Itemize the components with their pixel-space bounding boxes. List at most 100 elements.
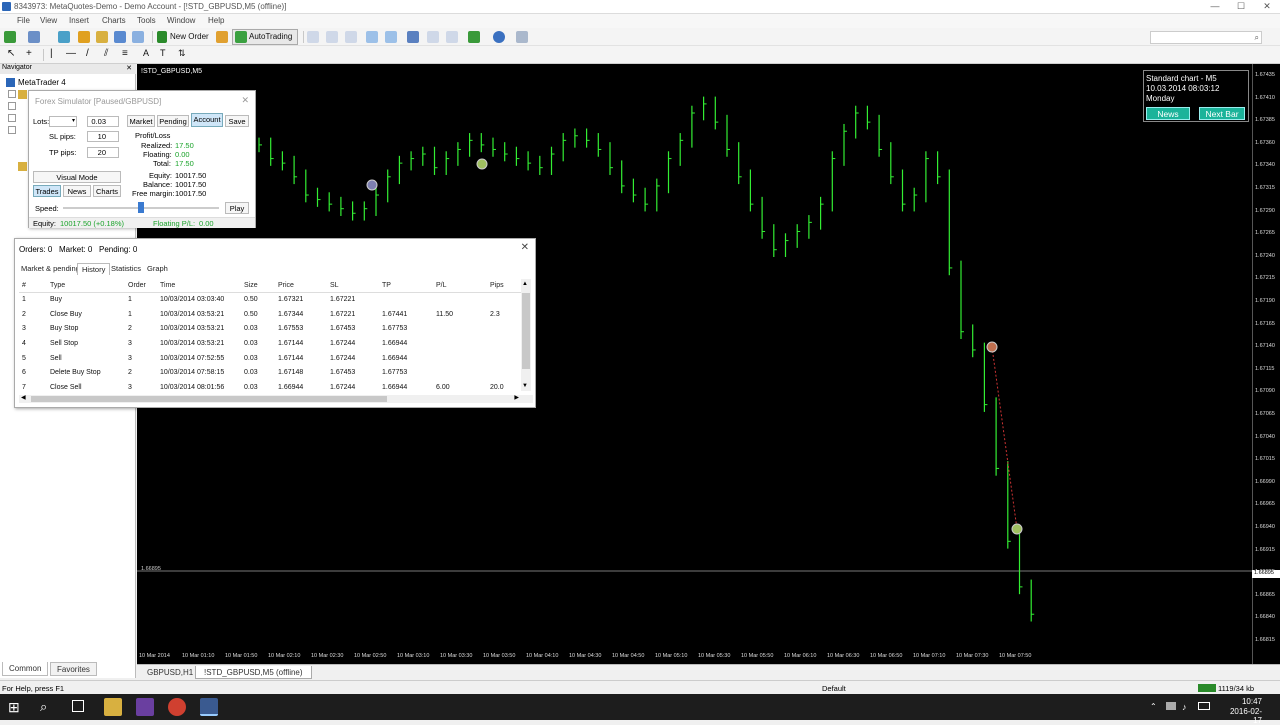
text-tool-icon[interactable]: A [143, 48, 149, 58]
navigator-root[interactable]: MetaTrader 4 [18, 78, 66, 87]
fibonacci-icon[interactable]: ≡ [122, 48, 128, 59]
table-row[interactable]: 5 Sell 3 10/03/2014 07:52:55 0.03 1.67144 1.67… [19, 351, 525, 366]
maximize-button[interactable]: ☐ [1228, 0, 1254, 14]
col-price[interactable]: Price [275, 279, 327, 293]
bar-chart-icon[interactable] [307, 31, 319, 43]
subtab-news[interactable]: News [63, 185, 91, 197]
tab-save[interactable]: Save [225, 115, 249, 127]
chrome-icon[interactable] [168, 698, 186, 716]
table-row[interactable]: 1 Buy 1 10/03/2014 03:03:40 0.50 1.67321 1.672… [19, 292, 525, 307]
periods-icon[interactable] [493, 31, 505, 43]
next-bar-button[interactable]: Next Bar [1199, 107, 1245, 120]
col-type[interactable]: Type [47, 279, 125, 293]
table-row[interactable]: 6 Delete Buy Stop 2 10/03/2014 07:58:15 0.03… [19, 365, 525, 380]
crosshair-icon[interactable]: + [26, 48, 32, 59]
visual-mode-button[interactable]: Visual Mode [33, 171, 121, 183]
new-order-button[interactable]: New Order [170, 32, 209, 41]
cursor-icon[interactable]: ↖ [7, 48, 15, 59]
vertical-line-icon[interactable]: | [50, 48, 53, 59]
scroll-down-icon[interactable]: ▼ [522, 383, 528, 389]
table-row[interactable]: 2 Close Buy 1 10/03/2014 03:53:21 0.50 1.6734… [19, 307, 525, 322]
tab-std-gbpusd-m5[interactable]: !STD_GBPUSD,M5 (offline) [195, 666, 312, 679]
table-row[interactable]: 4 Sell Stop 3 10/03/2014 03:53:21 0.03 1.6714… [19, 336, 525, 351]
tree-expander-icon-2[interactable] [8, 102, 16, 110]
terminal-icon[interactable] [114, 31, 126, 43]
col-time[interactable]: Time [157, 279, 241, 293]
windows-start-icon[interactable]: ⊞ [8, 699, 20, 716]
text-label-icon[interactable]: T [160, 48, 166, 58]
tile-windows-icon[interactable] [407, 31, 419, 43]
tab-favorites[interactable]: Favorites [50, 662, 97, 676]
strategy-tester-icon[interactable] [132, 31, 144, 43]
navigator-close-icon[interactable]: ✕ [126, 64, 132, 72]
col-pips[interactable]: Pips [487, 279, 525, 293]
horizontal-line-icon[interactable]: — [66, 48, 76, 59]
play-button[interactable]: Play [225, 202, 249, 214]
col-pl[interactable]: P/L [433, 279, 487, 293]
tab-pending[interactable]: Pending [157, 115, 189, 127]
market-watch-icon[interactable] [58, 31, 70, 43]
search-input[interactable]: ⌕ [1150, 31, 1262, 44]
minimize-button[interactable]: — [1202, 0, 1228, 14]
chart-shift-icon[interactable] [427, 31, 439, 43]
col-number[interactable]: # [19, 279, 47, 293]
menu-view[interactable]: View [40, 16, 57, 25]
indicators-icon[interactable] [468, 31, 480, 43]
equidistant-channel-icon[interactable]: ⫽ [104, 48, 108, 59]
col-order[interactable]: Order [125, 279, 157, 293]
speed-slider-thumb[interactable] [138, 202, 144, 213]
line-chart-icon[interactable] [345, 31, 357, 43]
tab-gbpusd-h1[interactable]: GBPUSD,H1 [139, 666, 201, 679]
trade-window-close-icon[interactable]: ✕ [521, 242, 529, 253]
subtab-charts[interactable]: Charts [93, 185, 121, 197]
menu-tools[interactable]: Tools [137, 16, 156, 25]
subtab-trades[interactable]: Trades [33, 185, 61, 197]
horizontal-scroll-thumb[interactable] [31, 396, 387, 402]
volume-icon[interactable]: ♪ [1182, 702, 1187, 712]
metaeditor-icon[interactable] [216, 31, 228, 43]
tp-pips-field[interactable]: 20 [87, 147, 119, 158]
tab-common[interactable]: Common [2, 662, 49, 676]
tab-history[interactable]: History [77, 263, 111, 275]
news-button[interactable]: News [1146, 107, 1190, 120]
sl-pips-field[interactable]: 10 [87, 131, 119, 142]
simulator-close-icon[interactable]: ✕ [241, 95, 249, 106]
table-row[interactable]: 7 Close Sell 3 10/03/2014 08:01:56 0.03 1.669… [19, 380, 525, 395]
tab-market[interactable]: Market [127, 115, 155, 127]
table-row[interactable]: 3 Buy Stop 2 10/03/2014 03:53:21 0.03 1.67553… [19, 321, 525, 336]
scroll-up-icon[interactable]: ▲ [522, 281, 528, 287]
trendline-icon[interactable]: / [86, 48, 89, 59]
col-sl[interactable]: SL [327, 279, 379, 293]
tree-expander-icon[interactable] [8, 90, 16, 98]
tree-expander-icon-3[interactable] [8, 114, 16, 122]
zoom-in-icon[interactable] [366, 31, 378, 43]
search-taskbar-icon[interactable]: ⌕ [40, 699, 47, 715]
tab-account[interactable]: Account [191, 113, 223, 127]
tray-chevron-icon[interactable]: ⌃ [1150, 702, 1157, 711]
autotrading-button[interactable]: AutoTrading [232, 29, 298, 45]
navigator-icon[interactable] [96, 31, 108, 43]
menu-window[interactable]: Window [167, 16, 195, 25]
arrows-icon[interactable]: ⇅ [178, 48, 186, 59]
vertical-scrollbar[interactable]: ▲ ▼ [521, 279, 531, 391]
col-size[interactable]: Size [241, 279, 275, 293]
file-explorer-icon[interactable] [104, 698, 122, 716]
zoom-out-icon[interactable] [385, 31, 397, 43]
new-order-icon[interactable] [157, 31, 167, 43]
menu-charts[interactable]: Charts [102, 16, 126, 25]
network-icon[interactable] [1166, 702, 1176, 710]
metatrader-taskbar-icon[interactable] [200, 698, 218, 716]
lots-dropdown[interactable]: ▾ [49, 116, 77, 127]
menu-help[interactable]: Help [208, 16, 224, 25]
new-chart-icon[interactable] [4, 31, 16, 43]
data-window-icon[interactable] [78, 31, 90, 43]
templates-icon[interactable] [516, 31, 528, 43]
tab-market-pending[interactable]: Market & pending [17, 263, 84, 275]
scroll-left-icon[interactable]: ◀ [21, 394, 26, 401]
task-view-icon[interactable] [72, 700, 84, 712]
tab-graph[interactable]: Graph [143, 263, 172, 275]
tab-statistics[interactable]: Statistics [107, 263, 145, 275]
col-tp[interactable]: TP [379, 279, 433, 293]
horizontal-scrollbar[interactable]: ◀ ▶ [19, 395, 533, 403]
vertical-scroll-thumb[interactable] [522, 293, 530, 369]
